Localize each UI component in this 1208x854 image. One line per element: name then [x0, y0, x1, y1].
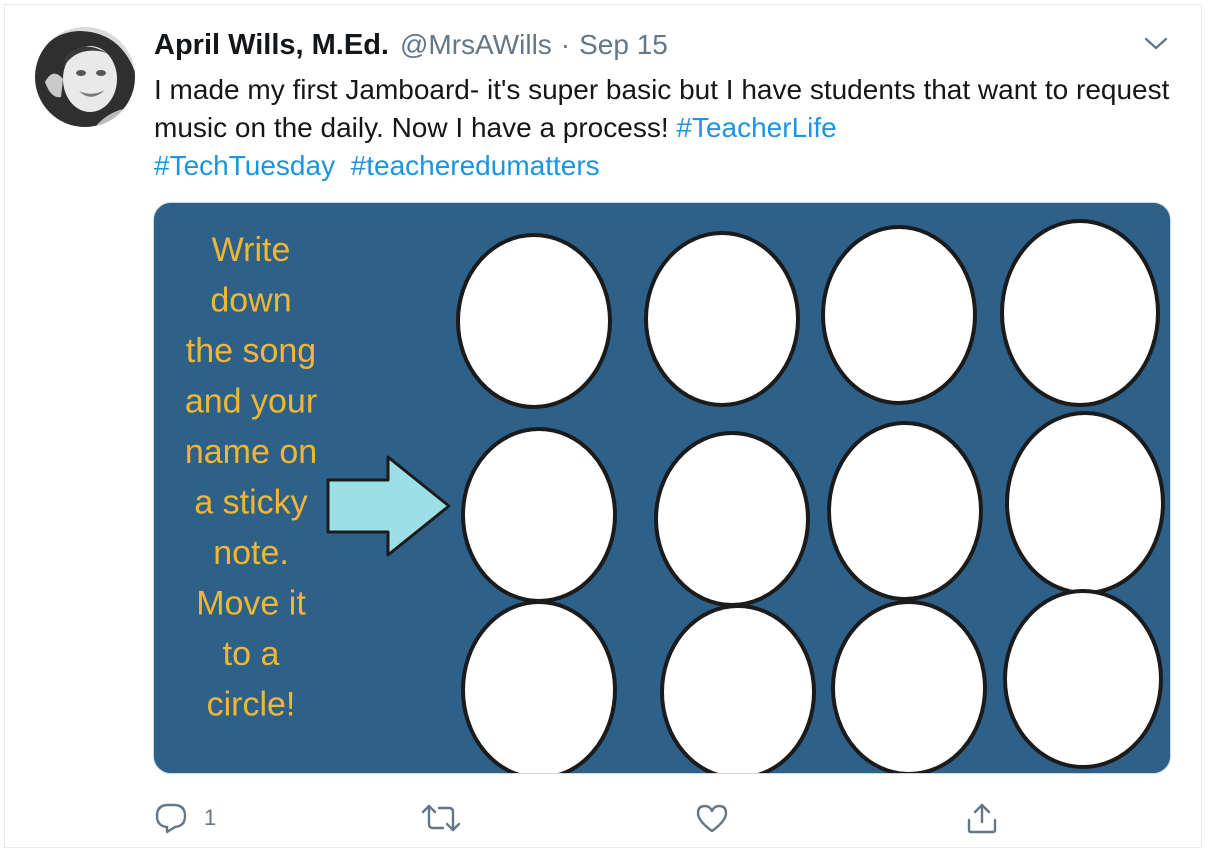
- board-text-line: Move it: [196, 585, 306, 623]
- reply-button[interactable]: 1: [154, 795, 216, 841]
- circle-spot: [660, 604, 816, 773]
- share-icon: [967, 803, 997, 834]
- avatar[interactable]: [35, 27, 135, 127]
- tweet-date[interactable]: Sep 15: [579, 29, 668, 61]
- tweet-actions: 1: [5, 795, 1203, 841]
- circle-spot: [461, 427, 617, 603]
- circle-spot: [644, 231, 800, 407]
- like-button[interactable]: [695, 795, 729, 841]
- tweet-image[interactable]: Write down the song and your name on a sticky…: [153, 202, 1171, 774]
- reply-icon: [155, 803, 187, 834]
- hashtag-teacheredumatters[interactable]: #teacheredumatters: [351, 150, 600, 181]
- retweet-button[interactable]: [421, 795, 461, 841]
- board-text-line: and your: [185, 383, 317, 421]
- share-button[interactable]: [965, 795, 999, 841]
- circle-spot: [461, 600, 617, 773]
- author-handle[interactable]: @MrsAWills: [400, 29, 552, 61]
- chevron-down-icon[interactable]: [1142, 33, 1170, 55]
- board-text-line: name on: [185, 433, 317, 471]
- circle-spot: [821, 225, 977, 405]
- jamboard-image: Write down the song and your name on a sticky…: [154, 203, 1170, 773]
- circle-spot: [1000, 219, 1160, 407]
- like-icon: [696, 804, 728, 833]
- board-text-line: note.: [213, 534, 289, 572]
- board-text-line: Write: [212, 231, 291, 269]
- reply-count: 1: [204, 805, 217, 830]
- circle-spot: [1005, 411, 1165, 595]
- tweet-card[interactable]: April Wills, M.Ed. @MrsAWills · Sep 15 I…: [4, 4, 1202, 848]
- tweet-body: I made my first Jamboard- it's super bas…: [154, 74, 1170, 143]
- separator-dot: ·: [560, 29, 571, 60]
- tweet-text: I made my first Jamboard- it's super bas…: [154, 71, 1184, 185]
- circle-spot: [456, 233, 612, 409]
- hashtag-techtuesday[interactable]: #TechTuesday: [154, 150, 335, 181]
- circle-spot: [1003, 589, 1163, 769]
- board-text-line: down: [210, 282, 291, 320]
- board-text-line: a sticky: [194, 484, 307, 522]
- avatar-photo: [35, 27, 135, 127]
- circle-spot: [827, 421, 983, 601]
- board-text-line: circle!: [207, 686, 296, 724]
- board-text-line: the song: [186, 332, 316, 370]
- circle-spot: [831, 600, 987, 773]
- hashtag-teacherlife[interactable]: #TeacherLife: [676, 112, 836, 143]
- circle-spot: [654, 431, 810, 607]
- retweet-icon: [421, 804, 461, 832]
- tweet-header: April Wills, M.Ed. @MrsAWills · Sep 15: [154, 29, 668, 67]
- author-name[interactable]: April Wills, M.Ed.: [154, 29, 389, 62]
- board-text-line: to a: [223, 635, 280, 673]
